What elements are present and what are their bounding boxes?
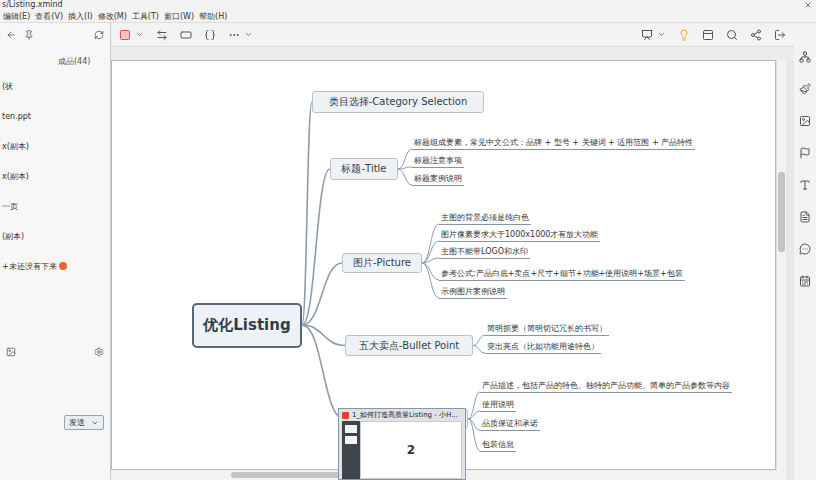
title-bar: s/Listing.xmind: [0, 0, 816, 10]
menu-item[interactable]: 修改(M): [98, 11, 127, 22]
send-button[interactable]: 发送: [64, 415, 104, 430]
subtopic[interactable]: 主图不能带LOGO和水印: [439, 246, 530, 259]
export-icon[interactable]: [774, 29, 786, 41]
layout-icon[interactable]: [702, 29, 714, 41]
theme-icon[interactable]: [119, 29, 131, 41]
subtopic[interactable]: 突出亮点（比如功能用途特色）: [485, 341, 601, 354]
chat-list: (状ten.pptx(副本)x(副本)一页(副本)+未还没有下来: [0, 67, 110, 281]
chat-item[interactable]: x(副本): [0, 161, 110, 191]
dropdown-icon[interactable]: [657, 30, 666, 39]
branch-topic[interactable]: 图片-Picture: [342, 253, 422, 273]
side-toolbar: [794, 23, 816, 480]
menu-item[interactable]: 查看(V): [35, 11, 63, 22]
structure-icon[interactable]: [799, 51, 811, 63]
format-icon[interactable]: [799, 83, 811, 95]
tab-strip: [111, 47, 794, 60]
subtopic[interactable]: 标题案例说明: [412, 173, 464, 186]
chat-tools: [6, 347, 104, 357]
present-icon[interactable]: [641, 29, 653, 41]
subtopic[interactable]: 参考公式:产品白底+卖点+尺寸+细节+功能+使用说明+场景+包装: [439, 268, 685, 281]
back-icon[interactable]: [6, 30, 16, 40]
chat-footer: 发送: [0, 347, 110, 480]
preview-title: 1_如何打造高质量Listing - 小H...: [339, 409, 465, 421]
scroll-thumb[interactable]: [778, 172, 785, 252]
close-icon[interactable]: [804, 1, 812, 9]
share-icon[interactable]: [750, 29, 762, 41]
chat-window: 成品(44)(状ten.pptx(副本)x(副本)一页(副本)+未还没有下来发送: [0, 23, 111, 480]
preview-document: 2: [342, 421, 462, 479]
chat-item[interactable]: x(副本): [0, 131, 110, 161]
chat-toolbar: [0, 23, 110, 46]
menu-item[interactable]: 窗口(W): [164, 11, 194, 22]
pin-icon[interactable]: [24, 30, 34, 40]
subtopic[interactable]: 图片像素要求大于1000x1000才有放大功能: [439, 229, 600, 242]
chat-item[interactable]: (副本): [0, 221, 110, 251]
comment-icon[interactable]: [799, 243, 811, 255]
chat-item[interactable]: +未还没有下来: [0, 251, 110, 281]
subtopic[interactable]: 主图的背景必须是纯白色: [439, 212, 531, 225]
group-label: 成品(44): [0, 46, 110, 67]
subtopic[interactable]: 包装信息: [480, 439, 516, 452]
chat-item[interactable]: 一页: [0, 191, 110, 221]
menu-bar: 编辑(E) 查看(V) 插入(I) 修改(M) 工具(T) 窗口(W) 帮助(H): [0, 10, 816, 23]
taskbar-preview[interactable]: 1_如何打造高质量Listing - 小H...2: [338, 408, 466, 480]
notes-icon[interactable]: [799, 211, 811, 223]
slide-thumbnail: [345, 436, 357, 444]
subtopic[interactable]: 标题组成要素，常见中文公式：品牌 + 型号 + 关键词 + 适用范围 + 产品特…: [412, 137, 695, 150]
swap-icon[interactable]: [156, 29, 168, 41]
branch-topic[interactable]: 类目选择-Category Selection: [312, 91, 484, 113]
more-icon[interactable]: [228, 29, 240, 41]
lightbulb-icon[interactable]: [678, 29, 690, 41]
slide-thumbnail: [345, 425, 357, 433]
dropdown-icon[interactable]: [135, 30, 144, 39]
toolbar: [111, 23, 794, 47]
slide-thumbnails: [342, 421, 360, 479]
subtopic[interactable]: 产品描述，包括产品的特色、独特的产品功能、简单的产品参数等内容: [480, 380, 732, 393]
task-icon[interactable]: [799, 275, 811, 287]
image-icon[interactable]: [6, 347, 16, 357]
menu-item[interactable]: 工具(T): [132, 11, 159, 22]
chat-item[interactable]: ten.ppt: [0, 101, 110, 131]
sticker-icon[interactable]: [799, 179, 811, 191]
subtopic[interactable]: 标题注意事项: [412, 155, 464, 168]
branch-topic[interactable]: 标题-Title: [330, 158, 398, 180]
gear-icon[interactable]: [94, 347, 104, 357]
image-icon[interactable]: [799, 115, 811, 127]
dropdown-icon[interactable]: [244, 30, 253, 39]
menu-item[interactable]: 编辑(E): [3, 11, 30, 22]
vertical-scrollbar[interactable]: [776, 60, 786, 470]
dropdown-icon[interactable]: [91, 419, 99, 427]
search-icon[interactable]: [726, 29, 738, 41]
menu-item[interactable]: 帮助(H): [199, 11, 227, 22]
app-icon: [342, 412, 349, 419]
subtopic[interactable]: 简明扼要（简明切记冗长的书写）: [485, 323, 609, 336]
window-title: s/Listing.xmind: [2, 0, 63, 10]
refresh-icon[interactable]: [94, 30, 104, 40]
chat-item[interactable]: (状: [0, 71, 110, 101]
topic-icon[interactable]: [180, 29, 192, 41]
marker-icon[interactable]: [799, 147, 811, 159]
preview-page: 2: [360, 421, 462, 479]
subtopic[interactable]: 使用说明: [480, 399, 516, 412]
subtopic[interactable]: 示例图片案例说明: [439, 286, 507, 299]
menu-item[interactable]: 插入(I): [68, 11, 93, 22]
summary-icon[interactable]: [204, 29, 216, 41]
screen: s/Listing.xmind编辑(E) 查看(V) 插入(I) 修改(M) 工具(T)…: [0, 0, 816, 480]
subtopic[interactable]: 品质保证和承诺: [480, 418, 540, 431]
unread-badge: [59, 262, 67, 270]
branch-topic[interactable]: 五大卖点-Bullet Point: [345, 335, 473, 356]
root-topic[interactable]: 优化Listing: [192, 303, 302, 348]
